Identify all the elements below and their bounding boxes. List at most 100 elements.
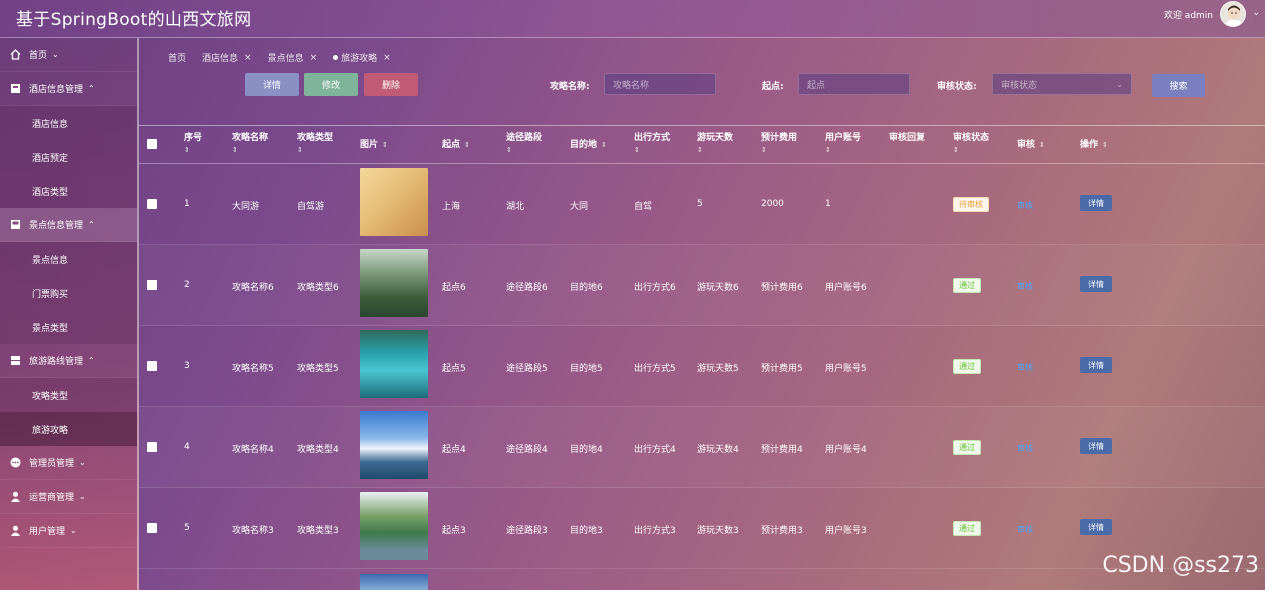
sidebar-subitem-6[interactable]: 景点信息 (0, 242, 137, 276)
status-badge: 通过 (953, 278, 981, 293)
sidebar-menu-12[interactable]: 管理员管理 ⌄ (0, 446, 137, 480)
cell-via: 途径路段6 (506, 283, 548, 293)
column-header[interactable]: 目的地 ⇕ (570, 139, 607, 151)
avatar[interactable] (1220, 1, 1246, 27)
row-detail-button[interactable]: 详情 (1080, 438, 1112, 454)
close-icon[interactable]: × (310, 53, 318, 63)
table-header: 序号 ⇕ 攻略名称 ⇕ 攻略类型 ⇕ 图片 ⇕ 起点 ⇕ 途径路段 ⇕ 目的地 ⇕ 出行方式 ⇕ 游玩天数 ⇕ 预计… (139, 126, 1265, 164)
sort-icon: ⇕ (382, 141, 388, 149)
tab-1[interactable]: 酒店信息 × (202, 51, 252, 65)
sidebar-subitem-3[interactable]: 酒店预定 (0, 140, 137, 174)
column-header-label: 审核回复 (889, 133, 926, 143)
close-icon[interactable]: × (383, 53, 391, 63)
column-header[interactable]: 审核状态 ⇕ (953, 132, 989, 156)
user-menu-chevron-icon[interactable]: ⌄ (1252, 8, 1260, 18)
status-select[interactable]: 审核状态 ⌄ (992, 73, 1132, 95)
column-header-label: 序号 (184, 133, 203, 143)
detail-button[interactable]: 详情 (245, 73, 299, 96)
row-detail-button[interactable]: 详情 (1080, 357, 1112, 373)
sidebar-subitem-10[interactable]: 攻略类型 (0, 378, 137, 412)
column-header[interactable]: 游玩天数 ⇕ (697, 132, 733, 156)
cell-cost: 预计费用5 (761, 364, 803, 374)
column-header[interactable]: 出行方式 ⇕ (634, 132, 670, 156)
strategy-image[interactable] (360, 492, 428, 560)
column-header[interactable]: 预计费用 ⇕ (761, 132, 797, 156)
column-header[interactable]: 审核回复 (889, 132, 925, 144)
column-header[interactable]: 用户账号 ⇕ (825, 132, 861, 156)
sidebar-menu-1[interactable]: 酒店信息管理 ⌃ (0, 72, 137, 106)
sidebar-menu-label: 旅游路线管理 (29, 357, 84, 367)
row-detail-button[interactable]: 详情 (1080, 519, 1112, 535)
close-icon[interactable]: × (244, 53, 252, 63)
column-header[interactable]: 操作 ⇕ (1080, 139, 1108, 151)
sidebar-subitem-11[interactable]: 旅游攻略 (0, 412, 137, 446)
start-filter-label: 起点: (762, 82, 784, 92)
audit-link[interactable]: 审核 (1017, 443, 1033, 454)
audit-link[interactable]: 审核 (1017, 524, 1033, 535)
sidebar-menu-5[interactable]: 景点信息管理 ⌃ (0, 208, 137, 242)
name-search-input[interactable]: 攻略名称 (604, 73, 716, 95)
audit-link[interactable]: 审核 (1017, 362, 1033, 373)
row-checkbox[interactable] (147, 442, 157, 452)
column-header[interactable]: 途径路段 ⇕ (506, 132, 542, 156)
select-all-checkbox[interactable] (147, 139, 157, 149)
row-checkbox[interactable] (147, 199, 157, 209)
column-header[interactable]: 序号 ⇕ (184, 132, 202, 156)
column-header-label: 审核状态 (953, 133, 990, 143)
tab-label: 酒店信息 (202, 54, 239, 64)
welcome-text: 欢迎 admin (1163, 11, 1213, 21)
tab-0[interactable]: 首页 (168, 51, 186, 64)
strategy-image[interactable] (360, 574, 428, 590)
cell-dest: 目的地6 (570, 283, 603, 293)
sidebar-subitem-7[interactable]: 门票购买 (0, 276, 137, 310)
strategy-image[interactable] (360, 249, 428, 317)
row-detail-button[interactable]: 详情 (1080, 276, 1112, 292)
chevron-icon: ⌄ (52, 50, 59, 59)
tab-3[interactable]: 旅游攻略 × (333, 51, 391, 65)
cell-start: 上海 (442, 202, 461, 212)
sidebar-menu-14[interactable]: 用户管理 ⌄ (0, 514, 137, 548)
tab-label: 首页 (168, 54, 187, 64)
sidebar-menu-label: 景点信息管理 (29, 221, 84, 231)
sidebar-menu-13[interactable]: 运营商管理 ⌄ (0, 480, 137, 514)
sidebar-subitem-2[interactable]: 酒店信息 (0, 106, 137, 140)
chevron-icon: ⌄ (79, 458, 86, 467)
chevron-icon: ⌃ (88, 84, 95, 93)
strategy-image[interactable] (360, 330, 428, 398)
tab-2[interactable]: 景点信息 × (267, 51, 318, 65)
cell-cost: 2000 (761, 199, 784, 209)
strategy-image[interactable] (360, 411, 428, 479)
home-icon (10, 49, 21, 60)
strategy-image[interactable] (360, 168, 428, 236)
row-checkbox[interactable] (147, 523, 157, 533)
sidebar-subitem-4[interactable]: 酒店类型 (0, 174, 137, 208)
cell-days: 游玩天数3 (697, 526, 739, 536)
delete-button[interactable]: 删除 (364, 73, 418, 96)
cell-cost: 预计费用3 (761, 526, 803, 536)
sidebar-subitem-8[interactable]: 景点类型 (0, 310, 137, 344)
row-detail-button[interactable]: 详情 (1080, 195, 1112, 211)
column-header[interactable]: 攻略类型 ⇕ (297, 132, 333, 156)
chevron-icon: ⌃ (88, 356, 95, 365)
tab-label: 景点信息 (267, 54, 304, 64)
column-header[interactable]: 审核 ⇕ (1017, 139, 1045, 151)
row-checkbox[interactable] (147, 361, 157, 371)
sidebar-menu-9[interactable]: 旅游路线管理 ⌃ (0, 344, 137, 378)
cell-mode: 出行方式6 (634, 283, 676, 293)
column-header[interactable]: 图片 ⇕ (360, 139, 388, 151)
start-search-input[interactable]: 起点 (798, 73, 910, 95)
cell-account: 1 (825, 199, 831, 209)
chevron-icon: ⌄ (79, 492, 86, 501)
sort-icon: ⇕ (761, 146, 767, 154)
search-button[interactable]: 搜索 (1152, 74, 1205, 97)
edit-button[interactable]: 修改 (304, 73, 358, 96)
name-filter-label: 攻略名称: (550, 82, 590, 92)
audit-link[interactable]: 审核 (1017, 281, 1033, 292)
column-header[interactable]: 起点 ⇕ (442, 139, 470, 151)
audit-link[interactable]: 审核 (1017, 200, 1033, 211)
row-checkbox[interactable] (147, 280, 157, 290)
column-header-label: 操作 (1080, 140, 1099, 150)
sidebar-menu-0[interactable]: 首页 ⌄ (0, 38, 137, 72)
column-header[interactable]: 攻略名称 ⇕ (232, 132, 268, 156)
cell-account: 用户账号3 (825, 526, 867, 536)
